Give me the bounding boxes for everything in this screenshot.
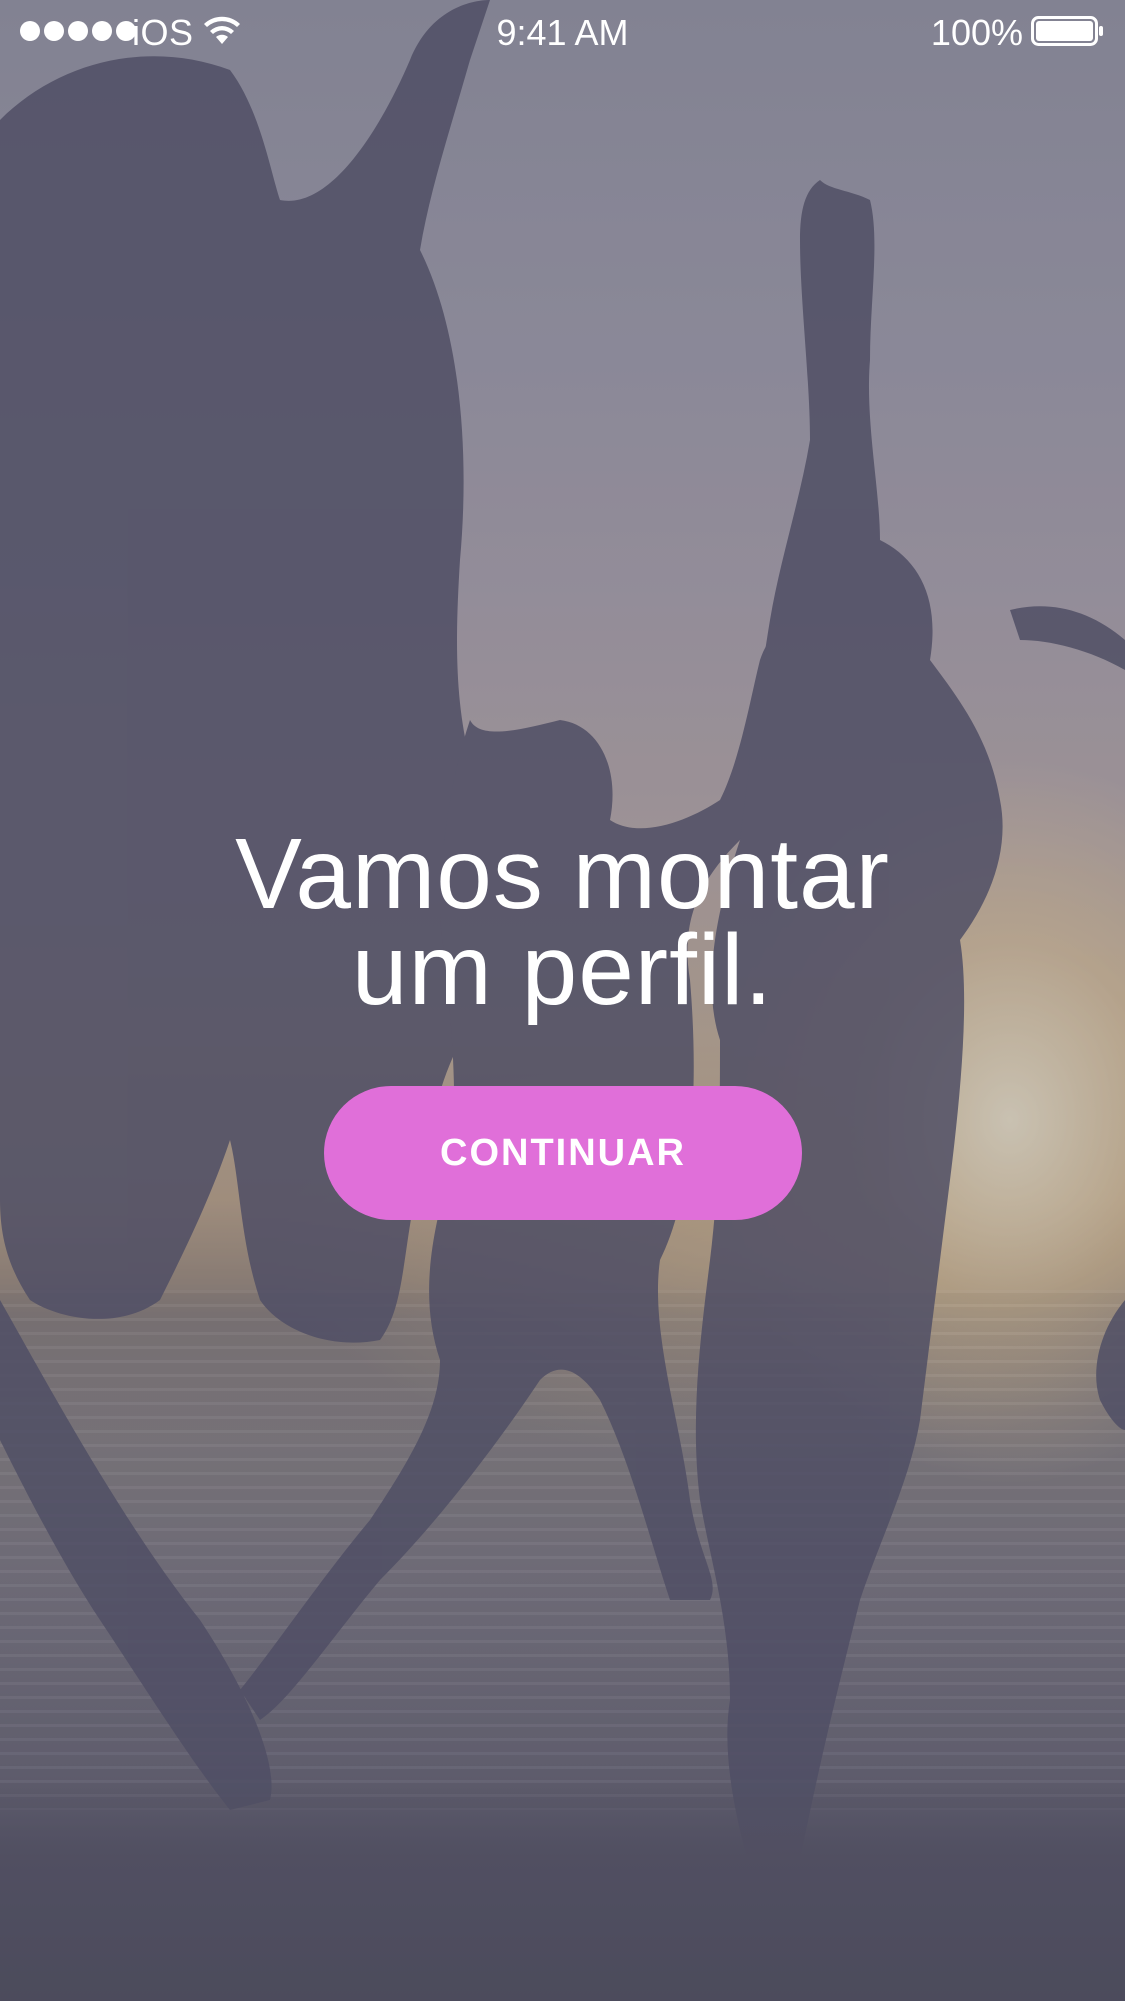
onboarding-screen: iOS 9:41 AM 100% Vamos montar um perfil.… [0, 0, 1125, 2001]
battery-icon [1031, 16, 1103, 46]
page-title: Vamos montar um perfil. [0, 818, 1125, 1026]
battery-percentage: 100% [930, 12, 1023, 53]
continue-button[interactable]: CONTINUAR [324, 1086, 802, 1220]
status-bar: iOS 9:41 AM 100% [0, 0, 1125, 66]
title-line-1: Vamos montar [235, 818, 890, 930]
title-line-2: um perfil. [351, 914, 774, 1026]
